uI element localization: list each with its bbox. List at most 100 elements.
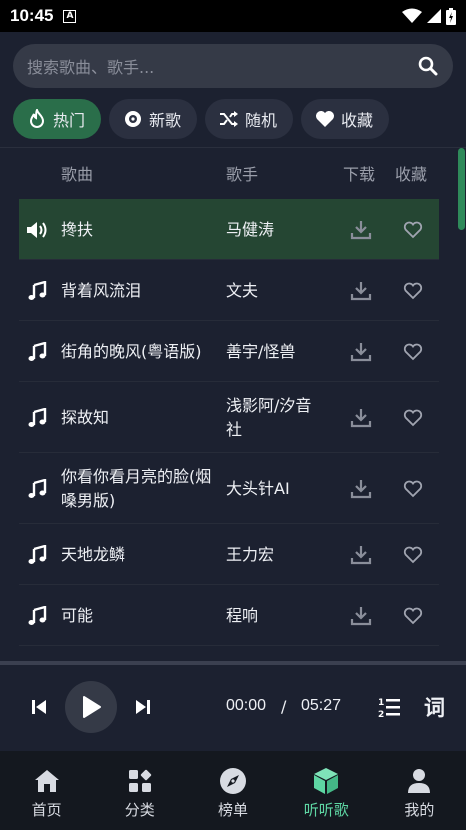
song-title: 探故知	[61, 407, 110, 427]
tab-label: 随机	[245, 111, 278, 130]
fire-icon	[27, 109, 47, 129]
tab-new[interactable]: 新歌	[109, 99, 198, 139]
search-icon[interactable]	[417, 55, 439, 77]
speaker-icon	[25, 218, 49, 242]
tab-label: 热门	[53, 111, 86, 130]
category-tabs: 热门 新歌 随机 收藏	[13, 99, 390, 139]
nav-listen[interactable]: 听听歌	[280, 751, 373, 830]
song-row[interactable]: 天地龙鳞 王力宏	[19, 524, 439, 585]
search-placeholder: 搜索歌曲、歌手...	[27, 58, 155, 77]
song-row[interactable]: 街角的晚风(粤语版) 善宇/怪兽	[19, 321, 439, 382]
disc-icon	[123, 109, 143, 129]
music-note-icon	[25, 604, 49, 628]
music-note-icon	[25, 406, 49, 430]
song-row[interactable]: 搀扶 马健涛	[19, 199, 439, 260]
song-row[interactable]: 可能 程响	[19, 585, 439, 646]
accessibility-icon: A	[63, 9, 77, 23]
play-icon	[83, 696, 101, 718]
nav-label: 首页	[31, 801, 62, 819]
playlist-icon[interactable]: 12	[378, 695, 402, 720]
header-favorite: 收藏	[395, 165, 428, 184]
player-bar: 00:00 / 05:27 12 词	[0, 665, 466, 751]
nav-label: 我的	[404, 801, 435, 819]
user-icon	[403, 765, 435, 797]
download-icon[interactable]	[349, 406, 373, 430]
nav-mine[interactable]: 我的	[373, 751, 466, 830]
song-title: 街角的晚风(粤语版)	[61, 341, 202, 361]
svg-text:2: 2	[378, 710, 384, 719]
song-row[interactable]: 你看你看月亮的脸(烟嗓男版) 大头针AI	[19, 453, 439, 524]
header-song: 歌曲	[61, 165, 94, 184]
download-icon[interactable]	[349, 543, 373, 567]
song-artist: 马健涛	[226, 219, 275, 239]
song-list: 搀扶 马健涛 背着风流泪 文夫 街角的晚风(粤语版) 善宇/怪兽 探故知 浅影阿…	[19, 199, 439, 646]
song-title: 你看你看月亮的脸(烟嗓男版)	[61, 466, 212, 510]
wifi-icon	[402, 8, 422, 23]
lyrics-button[interactable]: 词	[424, 692, 445, 722]
heart-outline-icon[interactable]	[401, 604, 425, 628]
header-artist: 歌手	[226, 165, 259, 184]
scrollbar[interactable]	[458, 148, 465, 230]
home-icon	[31, 765, 63, 797]
nav-label: 听听歌	[303, 801, 349, 819]
heart-outline-icon[interactable]	[401, 279, 425, 303]
heart-outline-icon[interactable]	[401, 406, 425, 430]
song-artist: 浅影阿/汐音社	[226, 395, 312, 439]
heart-outline-icon[interactable]	[401, 543, 425, 567]
download-icon[interactable]	[349, 218, 373, 242]
heart-outline-icon[interactable]	[401, 340, 425, 364]
heart-outline-icon[interactable]	[401, 218, 425, 242]
tab-hot[interactable]: 热门	[13, 99, 102, 139]
tab-favorites[interactable]: 收藏	[301, 99, 390, 139]
heart-outline-icon[interactable]	[401, 477, 425, 501]
list-header: 歌曲 歌手 下载 收藏	[19, 148, 439, 198]
song-artist: 王力宏	[226, 544, 275, 564]
music-note-icon	[25, 279, 49, 303]
music-note-icon	[25, 543, 49, 567]
nav-charts[interactable]: 榜单	[186, 751, 279, 830]
heart-icon	[315, 109, 335, 129]
song-title: 搀扶	[61, 219, 94, 239]
battery-icon	[446, 7, 456, 25]
song-artist: 文夫	[226, 280, 259, 300]
cube-icon	[310, 765, 342, 797]
shuffle-icon	[219, 109, 239, 129]
next-icon[interactable]	[131, 695, 155, 719]
download-icon[interactable]	[349, 477, 373, 501]
total-time: 05:27	[301, 697, 342, 714]
previous-icon[interactable]	[27, 695, 51, 719]
song-title: 背着风流泪	[61, 280, 142, 300]
nav-label: 榜单	[218, 801, 249, 819]
song-row[interactable]: 探故知 浅影阿/汐音社	[19, 382, 439, 453]
song-artist: 善宇/怪兽	[226, 341, 296, 361]
song-artist: 大头针AI	[226, 478, 290, 498]
download-icon[interactable]	[349, 340, 373, 364]
music-note-icon	[25, 340, 49, 364]
status-icons	[402, 7, 456, 25]
music-note-icon	[25, 477, 49, 501]
time-separator: /	[281, 697, 287, 716]
song-title: 天地龙鳞	[61, 544, 126, 564]
status-bar: 10:45 A	[0, 0, 466, 32]
header-download: 下载	[343, 165, 376, 184]
nav-category[interactable]: 分类	[93, 751, 186, 830]
download-icon[interactable]	[349, 604, 373, 628]
status-time: 10:45	[10, 6, 54, 25]
tab-label: 收藏	[341, 111, 374, 130]
tab-label: 新歌	[149, 111, 182, 130]
download-icon[interactable]	[349, 279, 373, 303]
category-icon	[124, 765, 156, 797]
compass-icon	[217, 765, 249, 797]
song-artist: 程响	[226, 605, 259, 625]
nav-home[interactable]: 首页	[0, 751, 93, 830]
play-button[interactable]	[65, 681, 117, 733]
svg-text:1: 1	[378, 698, 384, 708]
song-title: 可能	[61, 605, 94, 625]
search-input[interactable]: 搜索歌曲、歌手...	[13, 44, 453, 88]
bottom-nav: 首页 分类 榜单 听听歌 我的	[0, 751, 466, 830]
signal-icon	[427, 9, 441, 23]
current-time: 00:00	[226, 697, 267, 714]
tab-random[interactable]: 随机	[205, 99, 294, 139]
song-row[interactable]: 背着风流泪 文夫	[19, 260, 439, 321]
nav-label: 分类	[124, 801, 155, 819]
